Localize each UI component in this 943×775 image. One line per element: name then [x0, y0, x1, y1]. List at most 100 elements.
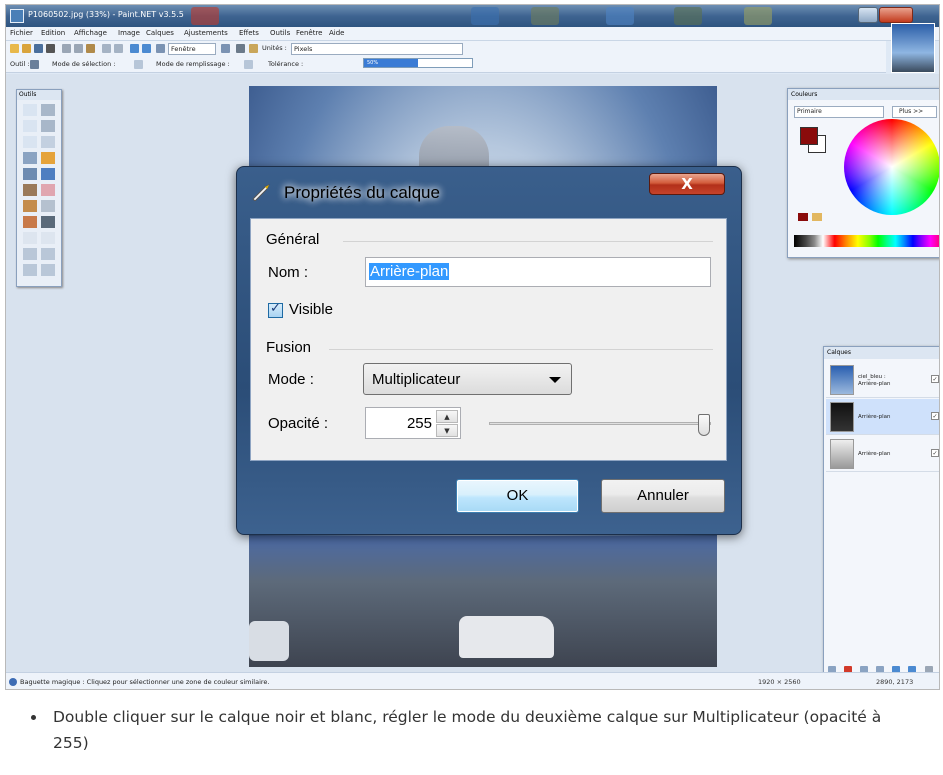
menu-fenetre[interactable]: Fenêtre — [296, 29, 322, 37]
fusion-group-divider — [329, 349, 713, 350]
blend-mode-select[interactable]: Multiplicateur — [363, 363, 572, 395]
menu-effets[interactable]: Effets — [239, 29, 259, 37]
eraser-icon[interactable] — [41, 184, 55, 196]
text-icon[interactable] — [23, 232, 37, 244]
blend-mode-value: Multiplicateur — [372, 371, 461, 388]
status-text: Baguette magique : Cliquez pour sélectio… — [20, 678, 270, 686]
more-colors-button[interactable]: Plus >> — [892, 106, 937, 118]
lasso-icon[interactable] — [23, 120, 37, 132]
fill-mode-icon[interactable] — [244, 60, 253, 69]
menu-outils[interactable]: Outils — [270, 29, 290, 37]
stamp-icon[interactable] — [23, 216, 37, 228]
cancel-button[interactable]: Annuler — [601, 479, 725, 513]
layer-name-input[interactable]: Arrière-plan — [365, 257, 711, 287]
cut-icon[interactable] — [62, 44, 71, 53]
spin-up-icon[interactable]: ▲ — [436, 410, 458, 423]
tool-label: Outil : — [10, 60, 30, 68]
selection-mode-icon[interactable] — [134, 60, 143, 69]
ok-button[interactable]: OK — [456, 479, 579, 513]
rect-select-icon[interactable] — [23, 104, 37, 116]
gradient-icon[interactable] — [41, 168, 55, 180]
brush-icon[interactable] — [23, 184, 37, 196]
print-icon[interactable] — [46, 44, 55, 53]
palette-icon[interactable] — [812, 213, 822, 221]
magic-wand-icon[interactable] — [30, 60, 39, 69]
dialog-title: Propriétés du calque — [284, 183, 440, 202]
move-icon[interactable] — [41, 104, 55, 116]
image-size: 1920 × 2560 — [758, 678, 801, 686]
freeform-icon[interactable] — [41, 264, 55, 276]
dialog-close-button[interactable]: X — [649, 173, 725, 195]
menu-fichier[interactable]: Fichier — [10, 29, 33, 37]
redo-icon[interactable] — [142, 44, 151, 53]
clone-icon[interactable] — [41, 200, 55, 212]
bullet-icon — [31, 715, 36, 720]
menu-edition[interactable]: Edition — [41, 29, 65, 37]
window-combo[interactable]: Fenêtre — [168, 43, 216, 55]
rounded-rect-icon[interactable] — [41, 248, 55, 260]
zoom-out-icon[interactable] — [221, 44, 230, 53]
move-selection-icon[interactable] — [41, 120, 55, 132]
more-colors-label: Plus >> — [899, 108, 924, 115]
menu-image[interactable]: Image — [118, 29, 140, 37]
color-wheel[interactable] — [844, 119, 939, 215]
primary-color-swatch[interactable] — [800, 127, 818, 145]
layer-name: Arrière-plan — [858, 451, 891, 457]
layer-visible-checkbox[interactable]: ✓ — [931, 449, 939, 457]
primary-combo[interactable]: Primaire — [794, 106, 884, 118]
units-combo[interactable]: Pixels — [291, 43, 463, 55]
general-group-title: Général — [266, 231, 320, 248]
visible-checkbox[interactable]: ✓ — [268, 301, 283, 318]
magic-wand-tool-icon[interactable] — [23, 152, 37, 164]
layer-row[interactable]: Arrière-plan ✓ — [826, 399, 939, 435]
minimize-button[interactable] — [858, 7, 878, 23]
recolor-icon[interactable] — [41, 216, 55, 228]
layer-row[interactable]: Arrière-plan ✓ — [826, 436, 939, 472]
tolerance-value: 50% — [367, 60, 379, 66]
layer-visible-checkbox[interactable]: ✓ — [931, 375, 939, 383]
deselect-icon[interactable] — [114, 44, 123, 53]
opacity-spinbox[interactable]: 255 ▲ ▼ — [365, 407, 461, 439]
window-close-button[interactable] — [879, 7, 913, 23]
color-palette[interactable] — [794, 235, 939, 247]
ellipse-select-icon[interactable] — [23, 136, 37, 148]
small-primary-swatch[interactable] — [798, 213, 808, 221]
copy-icon[interactable] — [74, 44, 83, 53]
menu-ajustements[interactable]: Ajustements — [184, 29, 228, 37]
opacity-slider-thumb[interactable] — [698, 414, 710, 436]
open-file-icon[interactable] — [22, 44, 31, 53]
tolerance-slider[interactable]: 50% — [363, 58, 473, 68]
layer-visible-checkbox[interactable]: ✓ — [931, 412, 939, 420]
tools-panel: Outils — [16, 89, 62, 287]
line-icon[interactable] — [41, 232, 55, 244]
spin-down-icon[interactable]: ▼ — [436, 424, 458, 437]
ruler-icon[interactable] — [249, 44, 258, 53]
new-file-icon[interactable] — [10, 44, 19, 53]
menu-aide[interactable]: Aide — [329, 29, 344, 37]
crop-icon[interactable] — [102, 44, 111, 53]
paintnet-app-icon — [10, 9, 24, 23]
taskbar-thumb-1 — [191, 7, 219, 25]
menu-calques[interactable]: Calques — [146, 29, 174, 37]
bucket-icon[interactable] — [23, 168, 37, 180]
zoom-tool-icon[interactable] — [41, 136, 55, 148]
rectangle-icon[interactable] — [23, 248, 37, 260]
pencil-icon[interactable] — [23, 200, 37, 212]
menu-affichage[interactable]: Affichage — [74, 29, 107, 37]
opacity-slider[interactable] — [489, 414, 711, 436]
pan-icon[interactable] — [41, 152, 55, 164]
taskbar-thumb-2 — [471, 7, 499, 25]
selection-mode-label: Mode de sélection : — [52, 60, 116, 68]
layer-row[interactable]: ciel_bleu : Arrière-plan ✓ — [826, 362, 939, 398]
tolerance-label: Tolérance : — [268, 60, 304, 68]
taskbar-thumb-5 — [674, 7, 702, 25]
save-icon[interactable] — [34, 44, 43, 53]
paste-icon[interactable] — [86, 44, 95, 53]
opacity-value: 255 — [406, 415, 432, 432]
undo-icon[interactable] — [130, 44, 139, 53]
ellipse-icon[interactable] — [23, 264, 37, 276]
grid-icon[interactable] — [236, 44, 245, 53]
window-combo-value: Fenêtre — [171, 45, 196, 53]
image-thumbnail[interactable] — [891, 23, 935, 73]
zoom-icon[interactable] — [156, 44, 165, 53]
